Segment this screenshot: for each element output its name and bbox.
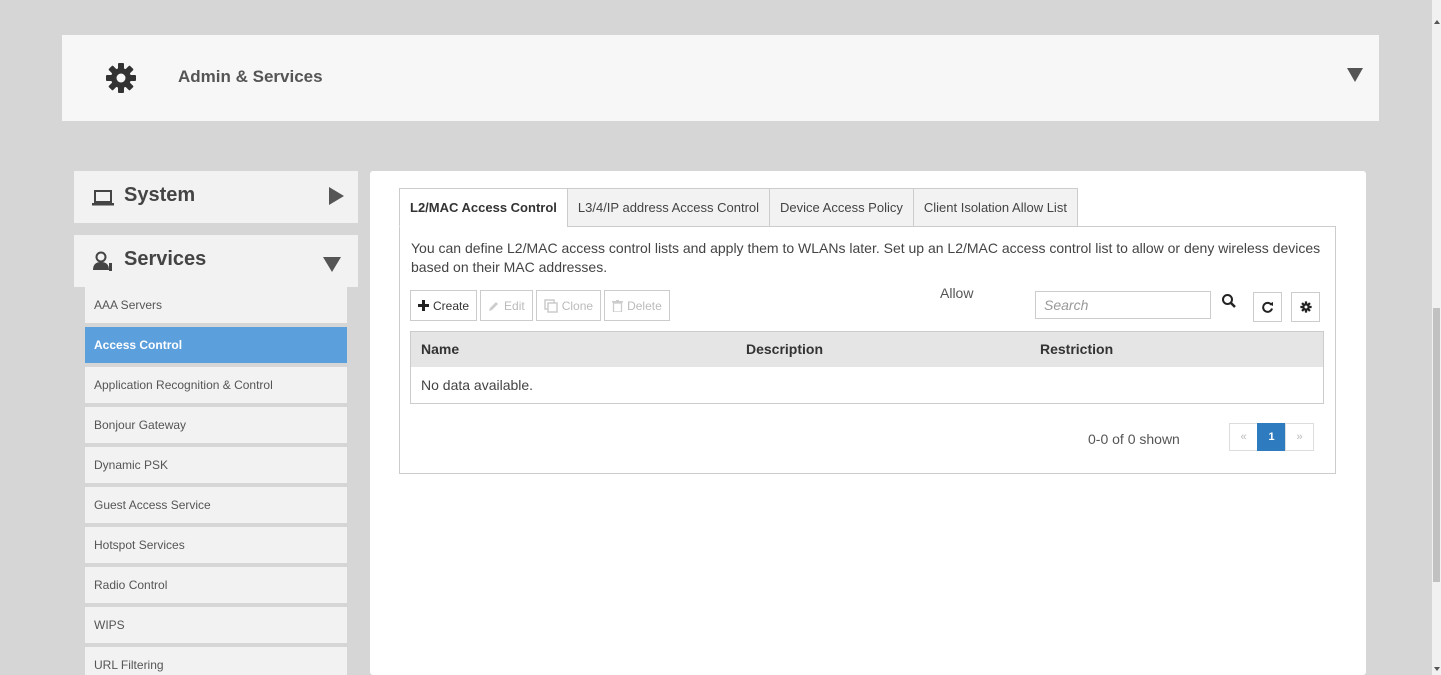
delete-button[interactable]: Delete (604, 290, 670, 321)
delete-label: Delete (627, 298, 662, 313)
tab-client-isolation-allow-list[interactable]: Client Isolation Allow List (912, 188, 1078, 227)
sidebar-item-aaa-servers[interactable]: AAA Servers (85, 287, 347, 323)
page-title: Admin & Services (178, 67, 323, 86)
tab-bar: L2/MAC Access Control L3/4/IP address Ac… (399, 188, 1078, 227)
sidebar-group-label: System (124, 184, 196, 206)
prev-page-button[interactable]: « (1229, 423, 1258, 451)
refresh-button[interactable] (1253, 292, 1282, 322)
page-1-button[interactable]: 1 (1257, 423, 1286, 451)
next-page-button[interactable]: » (1285, 423, 1314, 451)
column-header-restriction[interactable]: Restriction (1030, 332, 1323, 367)
sidebar-item-wips[interactable]: WIPS (85, 607, 347, 643)
sidebar-item-url-filtering[interactable]: URL Filtering (85, 647, 347, 675)
create-button[interactable]: Create (410, 290, 478, 321)
description-text: You can define L2/MAC access control lis… (411, 240, 1321, 275)
pagination-info: 0-0 of 0 shown (1088, 431, 1180, 447)
vertical-scrollbar[interactable] (1432, 0, 1441, 675)
sidebar-item-hotspot-services[interactable]: Hotspot Services (85, 527, 347, 563)
scroll-down-icon[interactable] (1434, 667, 1440, 671)
clone-label: Clone (561, 298, 594, 313)
sidebar-item-radio-control[interactable]: Radio Control (85, 567, 347, 603)
data-table: Name Description Restriction No data ava… (410, 331, 1324, 404)
tab-l2-mac-access-control[interactable]: L2/MAC Access Control (399, 188, 568, 227)
search-icon[interactable] (1221, 293, 1237, 309)
users-icon (93, 251, 112, 271)
sidebar-item-bonjour-gateway[interactable]: Bonjour Gateway (85, 407, 347, 443)
scrollbar-thumb[interactable] (1433, 308, 1440, 582)
tab-l3-ip-access-control[interactable]: L3/4/IP address Access Control (566, 188, 771, 227)
pencil-icon (489, 301, 499, 311)
copy-icon (543, 298, 558, 313)
sidebar-group-system[interactable]: System (74, 171, 358, 223)
search-input[interactable] (1035, 291, 1211, 319)
gear-icon (106, 63, 136, 93)
collapse-toggle-icon[interactable] (1347, 68, 1363, 82)
tab-device-access-policy[interactable]: Device Access Policy (769, 188, 914, 227)
settings-button[interactable] (1291, 292, 1320, 322)
trash-icon (612, 299, 624, 312)
gear-icon (1299, 301, 1312, 313)
sidebar-item-application-recognition[interactable]: Application Recognition & Control (85, 367, 347, 403)
scroll-up-icon[interactable] (1434, 20, 1440, 24)
edit-label: Edit (504, 298, 525, 313)
column-header-name[interactable]: Name (411, 332, 736, 367)
empty-message: No data available. (421, 377, 534, 393)
create-label: Create (433, 298, 470, 313)
sidebar-item-dynamic-psk[interactable]: Dynamic PSK (85, 447, 347, 483)
sidebar-group-label: Services (124, 248, 207, 270)
sidebar-item-access-control[interactable]: Access Control (85, 327, 347, 363)
column-header-description[interactable]: Description (736, 332, 1030, 367)
collapse-arrow-icon (323, 257, 341, 272)
sidebar-group-services[interactable]: Services (74, 235, 358, 287)
pagination: « 1 » (1229, 423, 1314, 451)
laptop-icon (92, 190, 114, 206)
edit-button[interactable]: Edit (480, 290, 533, 321)
expand-arrow-icon (329, 187, 344, 205)
refresh-icon (1262, 301, 1273, 313)
allow-label: Allow (940, 285, 974, 301)
toolbar: Create Edit Clone Delete (410, 290, 670, 321)
plus-icon (418, 300, 429, 311)
clone-button[interactable]: Clone (535, 290, 602, 321)
sidebar-item-guest-access-service[interactable]: Guest Access Service (85, 487, 347, 523)
table-header: Name Description Restriction (411, 332, 1323, 367)
